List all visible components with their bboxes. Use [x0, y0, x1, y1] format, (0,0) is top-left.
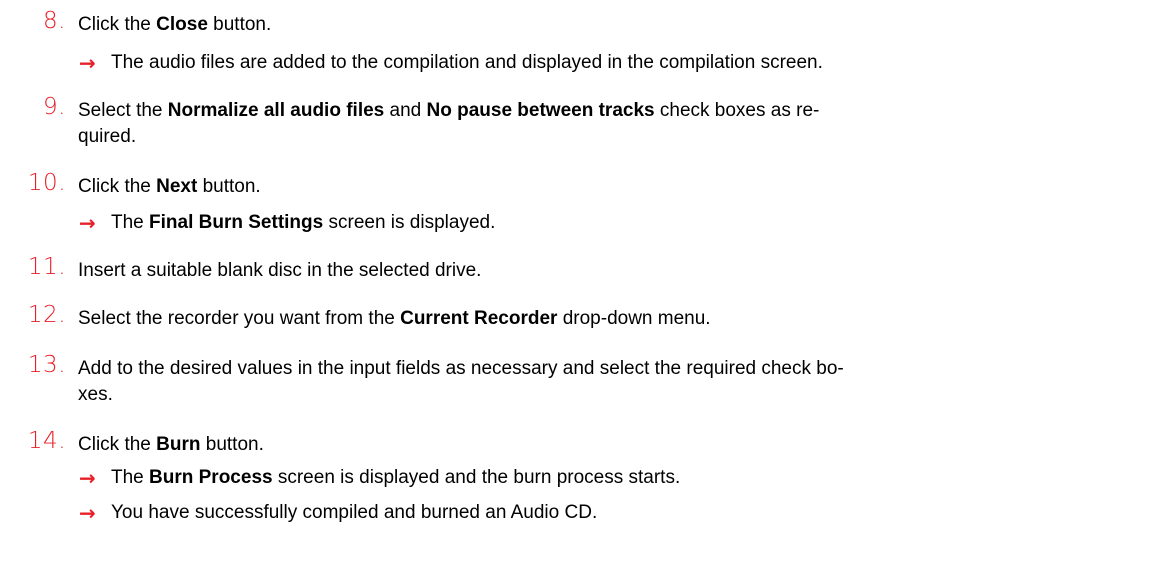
step-number: 8.	[43, 8, 66, 34]
step-result: → The audio files are added to the compi…	[79, 51, 823, 75]
step-text: Select the recorder you want from the Cu…	[78, 308, 711, 329]
right-arrow-icon: →	[79, 211, 96, 235]
step-number: 9.	[43, 94, 66, 120]
ui-term: No pause between tracks	[426, 100, 655, 121]
ui-term: Final Burn Settings	[149, 212, 324, 233]
step-number: 13.	[27, 352, 66, 378]
ui-term: Close	[156, 14, 208, 35]
step-text-continuation: xes.	[78, 384, 113, 405]
step-number: 11.	[27, 254, 66, 280]
step-result: → You have successfully compiled and bur…	[79, 501, 598, 525]
step-text: Insert a suitable blank disc in the sele…	[78, 260, 482, 281]
step-text: Click the Close button.	[78, 14, 272, 35]
ui-term: Next	[156, 176, 198, 197]
ui-term: Burn	[156, 434, 201, 455]
right-arrow-icon: →	[79, 501, 96, 525]
step-text: Add to the desired values in the input f…	[78, 358, 844, 405]
ui-term: Burn Process	[149, 467, 273, 488]
ui-term: Normalize all audio files	[167, 100, 385, 121]
step-text-continuation: quired.	[78, 126, 137, 147]
step-number: 14.	[27, 428, 66, 454]
step-text: Click the Burn button.	[78, 434, 264, 455]
step-number: 10.	[27, 170, 66, 196]
ui-term: Current Recorder	[400, 308, 558, 329]
instruction-document: 8. Click the Close button. → The audio f…	[0, 0, 1162, 565]
step-number: 12.	[27, 302, 66, 328]
step-result: → The Burn Process screen is displayed a…	[79, 466, 681, 490]
right-arrow-icon: →	[79, 466, 96, 490]
step-text: Click the Next button.	[78, 176, 261, 197]
step-result: → The Final Burn Settings screen is disp…	[79, 211, 496, 235]
right-arrow-icon: →	[79, 51, 96, 75]
step-text: Select the Normalize all audio files and…	[78, 100, 820, 147]
